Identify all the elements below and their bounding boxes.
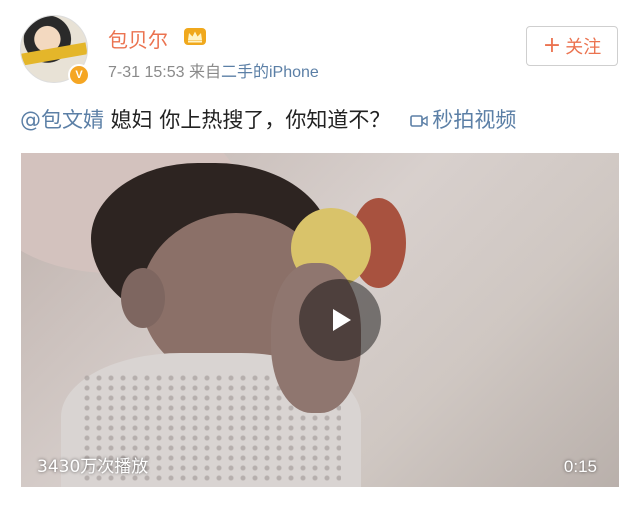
- post-meta: 7-31 15:53 来自二手的iPhone: [108, 58, 319, 82]
- post-time: 15:53: [144, 64, 185, 81]
- post-body: 媳妇 你上热搜了，你知道不？: [104, 108, 391, 132]
- source-link[interactable]: 二手的iPhone: [221, 64, 319, 81]
- video-link[interactable]: 秒拍视频: [410, 108, 516, 132]
- verified-badge: V: [68, 64, 90, 86]
- post-text: @包文婧 媳妇 你上热搜了，你知道不？ 秒拍视频: [20, 104, 516, 134]
- play-icon: [333, 309, 351, 331]
- plus-icon: +: [542, 33, 562, 58]
- video-duration: 0:15: [563, 457, 597, 476]
- crown-icon: [184, 28, 206, 45]
- video-camera-icon: [410, 115, 429, 127]
- follow-button-label: 关注: [565, 37, 602, 58]
- follow-button[interactable]: + 关注: [526, 26, 618, 66]
- source-prefix: 来自: [188, 62, 221, 81]
- video-link-label: 秒拍视频: [432, 108, 517, 132]
- post-date: 7-31: [108, 64, 141, 81]
- mention-link[interactable]: @包文婧: [20, 108, 104, 132]
- video-player[interactable]: 3430万次播放 0:15: [21, 153, 619, 487]
- play-count: 3430万次播放: [37, 457, 149, 477]
- author-name[interactable]: 包贝尔: [108, 24, 168, 53]
- play-button[interactable]: [299, 279, 381, 361]
